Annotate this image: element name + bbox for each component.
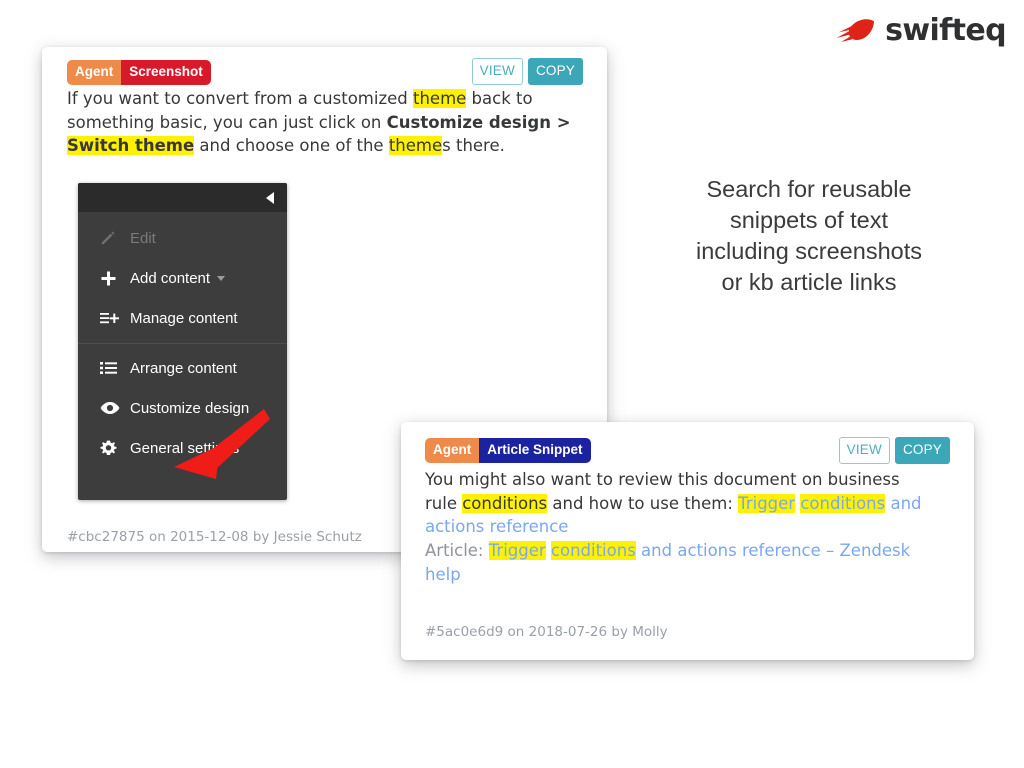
highlight-conditions-2[interactable]: conditions — [550, 541, 636, 560]
card-footer-meta: #cbc27875 on 2015-12-08 by Jessie Schutz — [67, 529, 362, 545]
bold-customize-design: Customize design > — [386, 112, 571, 132]
list-plus-icon — [100, 311, 130, 326]
swifteq-logo: swifteq — [836, 13, 1007, 48]
plus-icon — [100, 270, 130, 287]
menu-item-label: Manage content — [130, 309, 238, 327]
list-icon — [100, 361, 130, 375]
type-badge-screenshot: Screenshot — [121, 60, 211, 85]
caption-line-4: or kb article links — [721, 269, 897, 295]
article-link-line: Article: Trigger conditions and actions … — [425, 539, 945, 586]
text-fragment: s there. — [442, 136, 505, 155]
menu-item-add-content[interactable]: Add content — [78, 258, 287, 298]
menu-item-manage-content[interactable]: Manage content — [78, 298, 287, 338]
highlight-conditions-link[interactable]: conditions — [800, 493, 886, 513]
view-button[interactable]: VIEW — [471, 58, 523, 85]
menu-item-label: Add content — [130, 269, 211, 287]
menu-divider — [78, 343, 287, 344]
badge-group: Agent Screenshot — [67, 60, 211, 85]
badge-group: Agent Article Snippet — [425, 438, 591, 463]
card-actions: VIEW COPY — [838, 437, 950, 464]
menu-item-arrange-content[interactable]: Arrange content — [78, 348, 287, 388]
text-fragment: If you want to convert from a customized — [67, 89, 413, 108]
agent-badge: Agent — [425, 438, 480, 463]
eye-icon — [100, 401, 130, 415]
panel-header — [78, 183, 287, 212]
copy-button[interactable]: COPY — [894, 437, 950, 464]
caption-line-3: including screenshots — [696, 238, 922, 264]
card-header: Agent Article Snippet VIEW COPY — [401, 422, 974, 464]
pencil-icon — [100, 230, 130, 246]
text-fragment: and choose one of the — [194, 136, 389, 155]
menu-item-label: General settings — [130, 439, 240, 457]
menu-item-label: Edit — [130, 229, 156, 247]
highlight-trigger-2[interactable]: Trigger — [488, 541, 546, 560]
menu-item-label: Customize design — [130, 399, 250, 417]
agent-badge: Agent — [67, 60, 122, 85]
card-actions: VIEW COPY — [471, 58, 583, 85]
copy-button[interactable]: COPY — [527, 58, 583, 85]
collapse-left-arrow-icon[interactable] — [266, 192, 274, 204]
embedded-screenshot-admin-panel: Edit Add content Manage content Arrange … — [78, 183, 287, 500]
panel-menu-group-2: Arrange content Customize design General… — [78, 348, 287, 468]
menu-item-customize-design[interactable]: Customize design — [78, 388, 287, 428]
highlight-conditions-1: conditions — [462, 493, 548, 513]
swifteq-comet-mark-icon — [836, 19, 875, 42]
caption-line-2: snippets of text — [729, 207, 889, 233]
article-label: Article: — [425, 541, 489, 560]
menu-item-label: Arrange content — [130, 359, 237, 377]
gear-icon — [100, 440, 130, 457]
highlight-theme-2: theme — [388, 136, 443, 155]
caption-line-1: Search for reusable — [706, 176, 912, 202]
menu-item-edit: Edit — [78, 218, 287, 258]
article-snippet-card: Agent Article Snippet VIEW COPY You migh… — [401, 422, 974, 660]
panel-menu-group-1: Edit Add content Manage content — [78, 212, 287, 338]
caption-text: Search for reusable snippets of text inc… — [648, 174, 970, 298]
view-button[interactable]: VIEW — [838, 437, 890, 464]
chevron-down-icon[interactable] — [217, 275, 226, 281]
highlight-theme-1: theme — [412, 89, 467, 108]
highlight-trigger-link[interactable]: Trigger — [738, 493, 796, 513]
highlight-switch-theme: Switch theme — [67, 136, 195, 155]
card-header: Agent Screenshot VIEW COPY — [42, 47, 607, 85]
swifteq-wordmark: swifteq — [885, 13, 1006, 48]
snippet-body-text: You might also want to review this docum… — [425, 468, 925, 539]
text-fragment: and how to use them: — [547, 493, 739, 513]
card-footer-meta: #5ac0e6d9 on 2018-07-26 by Molly — [425, 624, 668, 640]
type-badge-article-snippet: Article Snippet — [479, 438, 591, 463]
snippet-body-text: If you want to convert from a customized… — [67, 87, 572, 158]
menu-item-general-settings[interactable]: General settings — [78, 428, 287, 468]
